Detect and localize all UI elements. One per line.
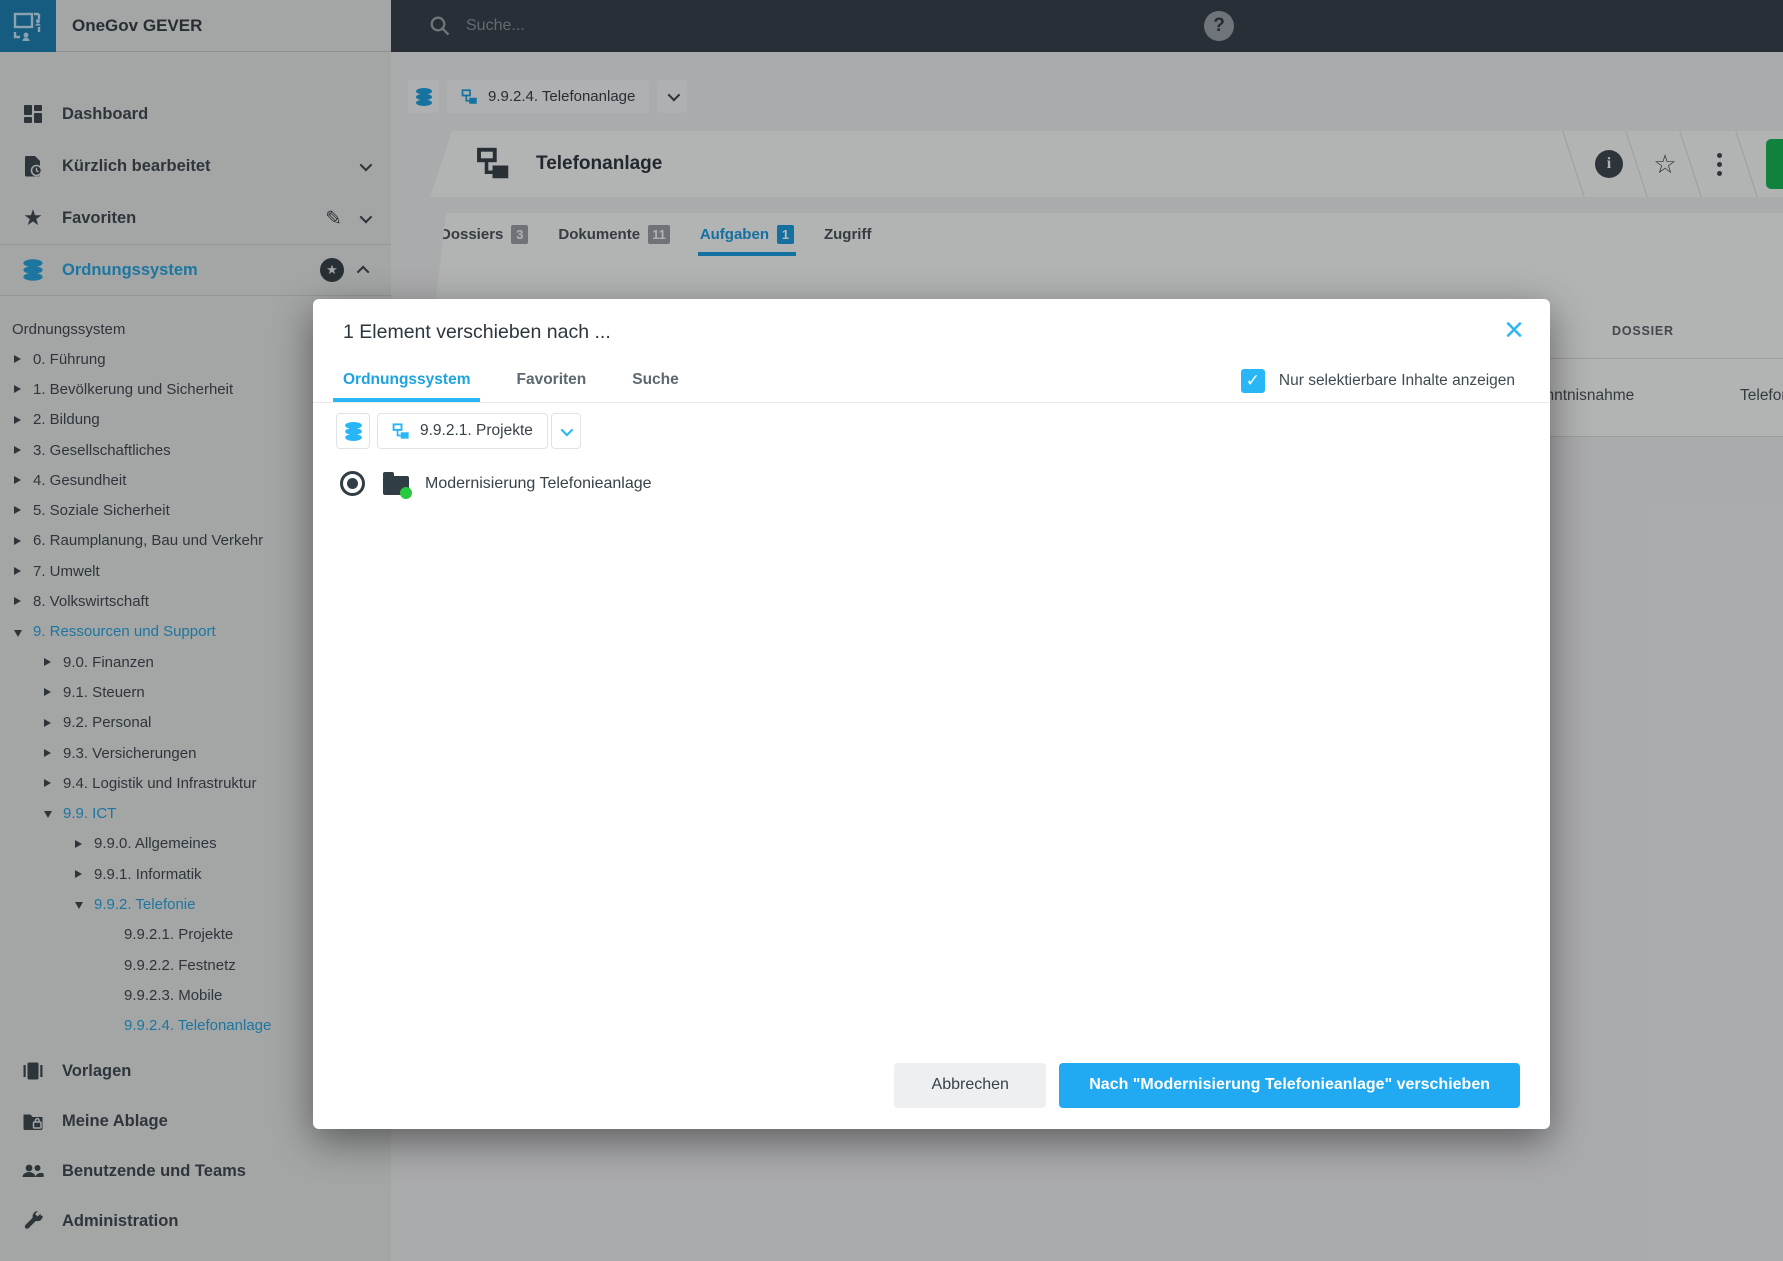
dialog-tab-suche[interactable]: Suche	[622, 371, 689, 402]
dialog-breadcrumb: 9.9.2.1. Projekte	[336, 413, 581, 449]
chevron-down-icon	[561, 423, 574, 436]
close-icon[interactable]: ×	[1504, 313, 1524, 347]
repository-root-button[interactable]	[336, 413, 370, 449]
database-icon	[343, 421, 364, 442]
dialog-footer: Abbrechen Nach "Modernisierung Telefonie…	[313, 1055, 1550, 1129]
selectable-only-checkbox-row[interactable]: ✓ Nur selektierbare Inhalte anzeigen	[1241, 369, 1515, 393]
divider	[313, 402, 1550, 403]
breadcrumb-current[interactable]: 9.9.2.1. Projekte	[377, 413, 548, 449]
dossier-option[interactable]: Modernisierung Telefonieanlage	[340, 471, 652, 496]
move-submit-button[interactable]: Nach "Modernisierung Telefonieanlage" ve…	[1059, 1063, 1520, 1108]
breadcrumb-expand-button[interactable]	[551, 413, 581, 449]
radio-selected-icon[interactable]	[340, 471, 365, 496]
dossier-folder-icon	[383, 476, 409, 495]
dialog-tab-favoriten[interactable]: Favoriten	[506, 371, 596, 402]
move-element-dialog: 1 Element verschieben nach ... × Ordnung…	[313, 299, 1550, 1129]
dialog-tabs: Ordnungssystem Favoriten Suche	[333, 371, 689, 402]
dialog-tab-ordnungssystem[interactable]: Ordnungssystem	[333, 371, 480, 402]
checkbox-checked-icon[interactable]: ✓	[1241, 369, 1265, 393]
checkbox-label: Nur selektierbare Inhalte anzeigen	[1279, 372, 1515, 390]
dossier-option-label: Modernisierung Telefonieanlage	[425, 475, 652, 493]
dialog-title: 1 Element verschieben nach ...	[343, 321, 611, 344]
breadcrumb-label: 9.9.2.1. Projekte	[420, 422, 533, 440]
cancel-button[interactable]: Abbrechen	[894, 1063, 1046, 1108]
orgchart-icon	[392, 422, 411, 441]
